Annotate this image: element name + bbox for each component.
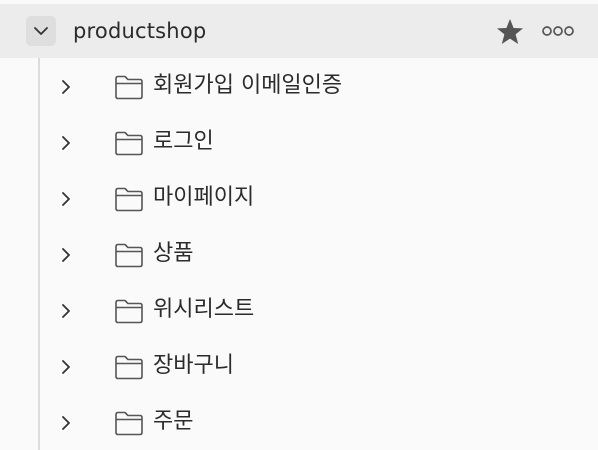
folder-label: 주문 [153,409,194,434]
chevron-right-icon[interactable] [59,134,73,152]
folder-item[interactable]: 위시리스트 [40,282,598,338]
folder-icon [115,355,143,380]
chevron-right-icon[interactable] [59,246,73,264]
folder-label: 위시리스트 [153,297,255,322]
folder-label: 로그인 [153,129,214,154]
folder-icon [115,299,143,324]
folder-icon [115,187,143,212]
collection-name[interactable]: productshop [73,18,206,44]
more-options-icon[interactable] [541,24,575,38]
folder-icon [115,411,143,436]
folder-item[interactable]: 상품 [40,226,598,282]
collection-header[interactable]: productshop [0,4,598,58]
folder-label: 마이페이지 [153,185,255,210]
folder-label: 장바구니 [153,353,234,378]
chevron-right-icon[interactable] [59,358,73,376]
folder-icon [115,75,143,100]
chevron-right-icon[interactable] [59,78,73,96]
collection-panel: productshop 회원가입 이메일인증 로그인 마이페이지 상품 위시리스… [0,0,598,450]
folder-label: 회원가입 이메일인증 [153,73,343,98]
chevron-down-icon [34,27,48,35]
folder-item[interactable]: 로그인 [40,114,598,170]
folder-item[interactable]: 마이페이지 [40,170,598,226]
star-icon[interactable] [495,17,525,47]
chevron-right-icon[interactable] [59,414,73,432]
folder-label: 상품 [153,241,194,266]
folder-item[interactable]: 회원가입 이메일인증 [40,58,598,114]
chevron-right-icon[interactable] [59,190,73,208]
folder-item[interactable]: 장바구니 [40,338,598,394]
collapse-toggle-button[interactable] [26,16,56,46]
chevron-right-icon[interactable] [59,302,73,320]
folder-item[interactable]: 주문 [40,394,598,450]
folder-icon [115,131,143,156]
folder-icon [115,243,143,268]
